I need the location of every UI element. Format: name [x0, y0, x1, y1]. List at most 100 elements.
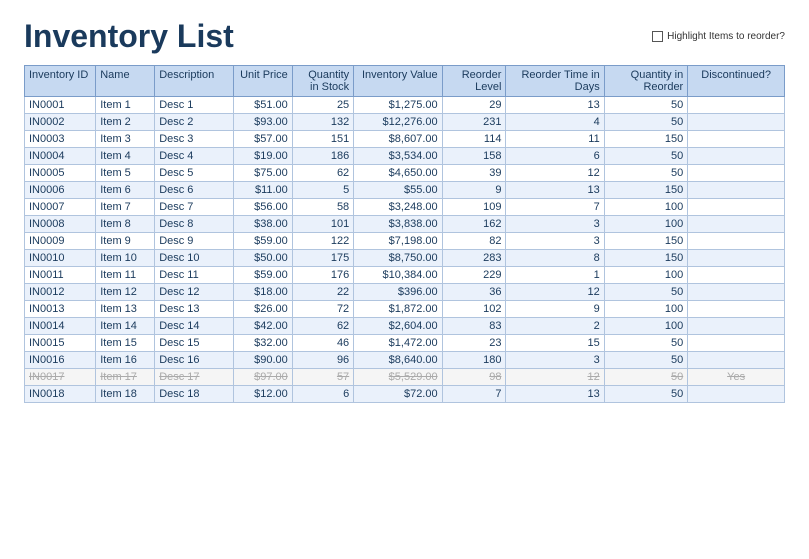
cell-unit_price: $18.00: [233, 284, 292, 301]
cell-desc: Desc 8: [155, 216, 234, 233]
table-row: IN0009Item 9Desc 9$59.00122$7,198.008231…: [25, 233, 785, 250]
cell-desc: Desc 3: [155, 131, 234, 148]
cell-desc: Desc 1: [155, 97, 234, 114]
cell-reorder_level: 231: [442, 114, 506, 131]
cell-name: Item 18: [96, 386, 155, 403]
cell-unit_price: $93.00: [233, 114, 292, 131]
col-header-qty: Quantity in Stock: [292, 66, 353, 97]
cell-id: IN0009: [25, 233, 96, 250]
cell-inv_value: $3,248.00: [354, 199, 442, 216]
cell-id: IN0016: [25, 352, 96, 369]
highlight-label[interactable]: Highlight Items to reorder?: [652, 31, 785, 42]
cell-discontinued: [688, 284, 785, 301]
cell-qty: 175: [292, 250, 353, 267]
cell-name: Item 13: [96, 301, 155, 318]
cell-qty_reorder: 150: [604, 131, 688, 148]
table-row: IN0004Item 4Desc 4$19.00186$3,534.001586…: [25, 148, 785, 165]
cell-name: Item 7: [96, 199, 155, 216]
cell-qty: 58: [292, 199, 353, 216]
cell-discontinued: [688, 250, 785, 267]
table-row: IN0016Item 16Desc 16$90.0096$8,640.00180…: [25, 352, 785, 369]
cell-unit_price: $59.00: [233, 233, 292, 250]
table-row: IN0015Item 15Desc 15$32.0046$1,472.00231…: [25, 335, 785, 352]
cell-reorder_time: 13: [506, 182, 604, 199]
cell-discontinued: [688, 335, 785, 352]
cell-qty: 5: [292, 182, 353, 199]
cell-unit_price: $75.00: [233, 165, 292, 182]
table-row: IN0006Item 6Desc 6$11.005$55.00913150: [25, 182, 785, 199]
table-row: IN0003Item 3Desc 3$57.00151$8,607.001141…: [25, 131, 785, 148]
table-row: IN0005Item 5Desc 5$75.0062$4,650.0039125…: [25, 165, 785, 182]
cell-discontinued: [688, 216, 785, 233]
cell-inv_value: $72.00: [354, 386, 442, 403]
cell-name: Item 6: [96, 182, 155, 199]
cell-id: IN0011: [25, 267, 96, 284]
cell-id: IN0013: [25, 301, 96, 318]
cell-desc: Desc 5: [155, 165, 234, 182]
cell-id: IN0018: [25, 386, 96, 403]
cell-qty: 186: [292, 148, 353, 165]
cell-qty: 72: [292, 301, 353, 318]
cell-qty: 176: [292, 267, 353, 284]
cell-inv_value: $396.00: [354, 284, 442, 301]
cell-discontinued: [688, 301, 785, 318]
col-header-invval: Inventory Value: [354, 66, 442, 97]
cell-id: IN0002: [25, 114, 96, 131]
cell-desc: Desc 9: [155, 233, 234, 250]
cell-reorder_time: 3: [506, 352, 604, 369]
cell-discontinued: [688, 114, 785, 131]
cell-reorder_level: 39: [442, 165, 506, 182]
cell-qty_reorder: 50: [604, 284, 688, 301]
table-header-row: Inventory ID Name Description Unit Price…: [25, 66, 785, 97]
table-row: IN0008Item 8Desc 8$38.00101$3,838.001623…: [25, 216, 785, 233]
table-row: IN0013Item 13Desc 13$26.0072$1,872.00102…: [25, 301, 785, 318]
col-header-unit: Unit Price: [233, 66, 292, 97]
cell-inv_value: $3,838.00: [354, 216, 442, 233]
table-row: IN0014Item 14Desc 14$42.0062$2,604.00832…: [25, 318, 785, 335]
cell-qty: 62: [292, 165, 353, 182]
cell-desc: Desc 6: [155, 182, 234, 199]
cell-unit_price: $59.00: [233, 267, 292, 284]
cell-inv_value: $5,529.00: [354, 369, 442, 386]
table-row: IN0017Item 17Desc 17$97.0057$5,529.00981…: [25, 369, 785, 386]
cell-discontinued: [688, 199, 785, 216]
cell-inv_value: $4,650.00: [354, 165, 442, 182]
cell-id: IN0006: [25, 182, 96, 199]
cell-desc: Desc 4: [155, 148, 234, 165]
cell-inv_value: $10,384.00: [354, 267, 442, 284]
cell-unit_price: $97.00: [233, 369, 292, 386]
cell-id: IN0003: [25, 131, 96, 148]
cell-desc: Desc 13: [155, 301, 234, 318]
cell-qty: 6: [292, 386, 353, 403]
cell-reorder_level: 9: [442, 182, 506, 199]
cell-reorder_level: 36: [442, 284, 506, 301]
cell-id: IN0005: [25, 165, 96, 182]
table-row: IN0001Item 1Desc 1$51.0025$1,275.0029135…: [25, 97, 785, 114]
cell-qty_reorder: 100: [604, 267, 688, 284]
cell-name: Item 5: [96, 165, 155, 182]
cell-desc: Desc 14: [155, 318, 234, 335]
cell-desc: Desc 11: [155, 267, 234, 284]
table-row: IN0011Item 11Desc 11$59.00176$10,384.002…: [25, 267, 785, 284]
cell-id: IN0015: [25, 335, 96, 352]
highlight-checkbox[interactable]: [652, 31, 663, 42]
cell-desc: Desc 17: [155, 369, 234, 386]
col-header-reordertime: Reorder Time in Days: [506, 66, 604, 97]
cell-name: Item 1: [96, 97, 155, 114]
cell-qty_reorder: 150: [604, 182, 688, 199]
cell-name: Item 11: [96, 267, 155, 284]
table-row: IN0010Item 10Desc 10$50.00175$8,750.0028…: [25, 250, 785, 267]
cell-name: Item 2: [96, 114, 155, 131]
cell-reorder_time: 4: [506, 114, 604, 131]
cell-desc: Desc 7: [155, 199, 234, 216]
cell-reorder_level: 98: [442, 369, 506, 386]
cell-inv_value: $8,750.00: [354, 250, 442, 267]
cell-inv_value: $1,872.00: [354, 301, 442, 318]
cell-reorder_time: 9: [506, 301, 604, 318]
cell-qty_reorder: 50: [604, 386, 688, 403]
cell-reorder_level: 162: [442, 216, 506, 233]
cell-qty: 151: [292, 131, 353, 148]
cell-discontinued: Yes: [688, 369, 785, 386]
cell-qty_reorder: 50: [604, 97, 688, 114]
cell-reorder_time: 3: [506, 216, 604, 233]
